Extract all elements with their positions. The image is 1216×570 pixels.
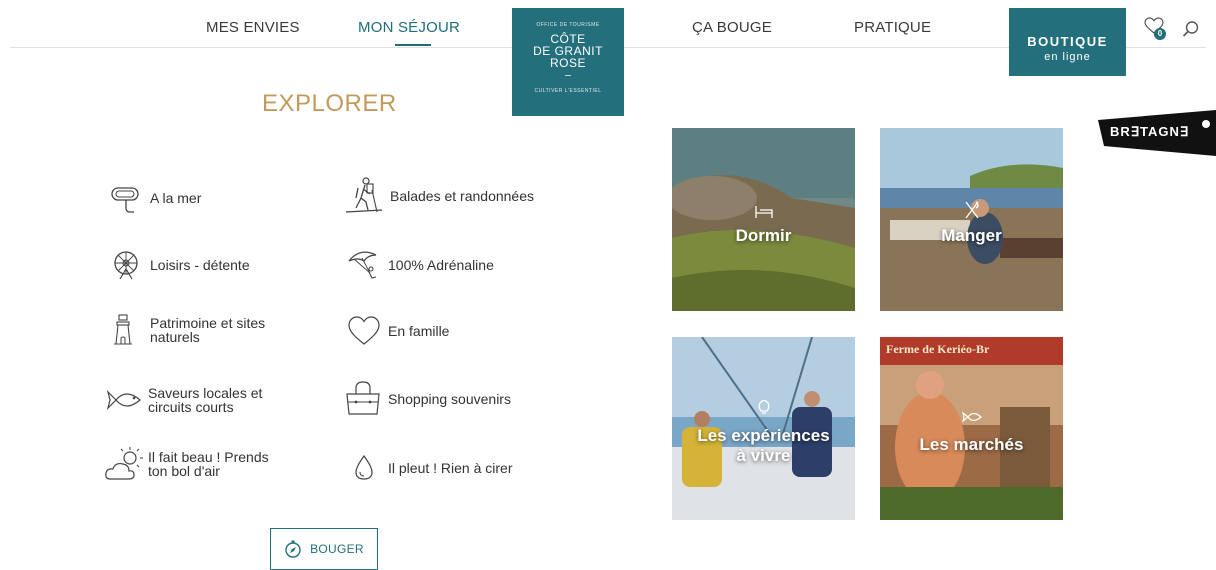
category-patrimoine[interactable]: Patrimoine et sites naturels xyxy=(108,312,265,348)
favorites-count-badge: 0 xyxy=(1154,28,1166,40)
category-shopping[interactable]: Shopping souvenirs xyxy=(344,380,511,418)
section-title: EXPLORER xyxy=(262,90,397,117)
logo-divider xyxy=(565,75,571,76)
category-label: Saveurs locales et circuits courts xyxy=(148,385,263,415)
tile-label: Manger xyxy=(941,226,1002,245)
bulb-icon xyxy=(758,399,770,414)
category-balades[interactable]: Balades et randonnées xyxy=(344,176,534,216)
tile-dormir[interactable]: Dormir xyxy=(672,128,855,311)
category-a-la-mer[interactable]: A la mer xyxy=(108,180,201,216)
site-logo[interactable]: OFFICE DE TOURISME CÔTE DE GRANIT ROSE C… xyxy=(512,8,624,116)
lighthouse-icon xyxy=(114,314,132,345)
favorites-button[interactable]: 0 xyxy=(1144,17,1166,40)
bed-icon xyxy=(755,206,773,218)
bouger-button[interactable]: BOUGER xyxy=(270,528,378,570)
hiker-icon xyxy=(345,177,383,213)
nav-mes-envies[interactable]: MES ENVIES xyxy=(206,19,300,36)
logo-tagline: CULTIVER L'ESSENTIEL xyxy=(534,88,602,94)
nav-ca-bouge[interactable]: ÇA BOUGE xyxy=(692,19,772,36)
category-label: Loisirs - détente xyxy=(150,257,250,273)
heart-icon xyxy=(348,316,380,345)
tile-experiences[interactable]: Les expériences à vivre xyxy=(672,337,855,520)
category-saveurs-locales[interactable]: Saveurs locales et circuits courts xyxy=(106,382,262,418)
ferris-wheel-icon xyxy=(114,251,138,280)
category-label: A la mer xyxy=(150,190,202,206)
boutique-sublabel: en ligne xyxy=(1044,51,1091,63)
shopping-bag-icon xyxy=(346,381,380,415)
nav-mon-sejour[interactable]: MON SÉJOUR xyxy=(358,19,460,36)
bouger-label: BOUGER xyxy=(310,542,364,556)
category-label: Patrimoine et sites naturels xyxy=(150,315,266,345)
nav-pratique[interactable]: PRATIQUE xyxy=(854,19,931,36)
category-label: Il fait beau ! Prends ton bol d'air xyxy=(148,449,269,479)
category-il-pleut[interactable]: Il pleut ! Rien à cirer xyxy=(346,450,513,486)
paraglider-icon xyxy=(348,251,377,279)
category-il-fait-beau[interactable]: Il fait beau ! Prends ton bol d'air xyxy=(104,446,269,482)
bretagne-label: BR∃TAGN∃ xyxy=(1110,124,1190,139)
tile-label: Les marchés xyxy=(919,435,1024,454)
logo-line-3: ROSE xyxy=(549,56,586,70)
category-en-famille[interactable]: En famille xyxy=(346,313,449,349)
nav-active-underline xyxy=(395,44,431,46)
snorkel-mask-icon xyxy=(111,187,139,213)
logo-office-text: OFFICE DE TOURISME xyxy=(536,22,600,28)
category-label: 100% Adrénaline xyxy=(388,257,494,273)
category-label: En famille xyxy=(388,323,450,339)
raindrop-icon xyxy=(355,454,373,480)
compass-icon xyxy=(285,540,301,558)
sun-cloud-icon xyxy=(105,447,143,480)
tile-marches[interactable]: Ferme de Keriéo-Br Les marchés xyxy=(880,337,1063,520)
category-label: Balades et randonnées xyxy=(390,188,534,204)
fish-icon xyxy=(962,411,982,423)
cutlery-icon xyxy=(965,201,979,219)
category-loisirs-detente[interactable]: Loisirs - détente xyxy=(108,247,250,283)
tile-label: Dormir xyxy=(735,226,792,245)
boutique-label: BOUTIQUE xyxy=(1027,34,1108,49)
tile-marches-photo xyxy=(880,337,1063,520)
boutique-button[interactable]: BOUTIQUE en ligne xyxy=(1009,8,1126,76)
fish-icon xyxy=(106,390,141,410)
category-adrenaline[interactable]: 100% Adrénaline xyxy=(346,247,494,283)
search-button[interactable] xyxy=(1182,20,1200,38)
bretagne-badge[interactable]: BR∃TAGN∃ xyxy=(1098,110,1216,156)
category-label: Il pleut ! Rien à cirer xyxy=(388,460,513,476)
search-icon xyxy=(1182,21,1199,37)
market-sign-text: Ferme de Keriéo-Br xyxy=(886,342,990,356)
tile-label: Les expériences à vivre xyxy=(697,426,830,465)
category-label: Shopping souvenirs xyxy=(388,391,511,407)
tile-manger[interactable]: Manger xyxy=(880,128,1063,311)
